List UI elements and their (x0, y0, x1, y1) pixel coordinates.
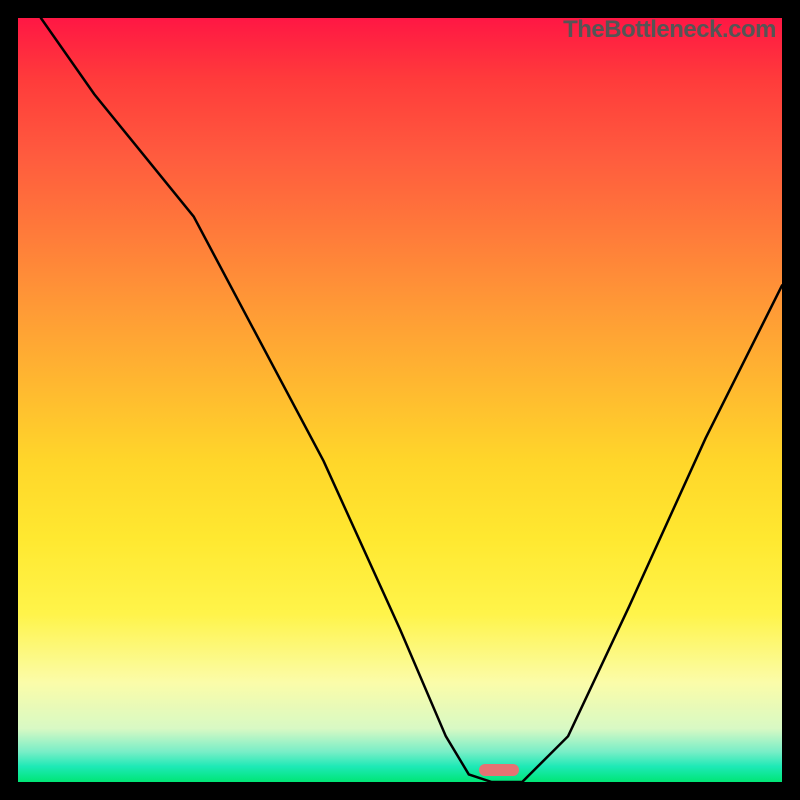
plot-area: TheBottleneck.com (18, 18, 782, 782)
bottleneck-curve (18, 18, 782, 782)
chart-container: TheBottleneck.com (0, 0, 800, 800)
optimal-marker (479, 764, 519, 776)
